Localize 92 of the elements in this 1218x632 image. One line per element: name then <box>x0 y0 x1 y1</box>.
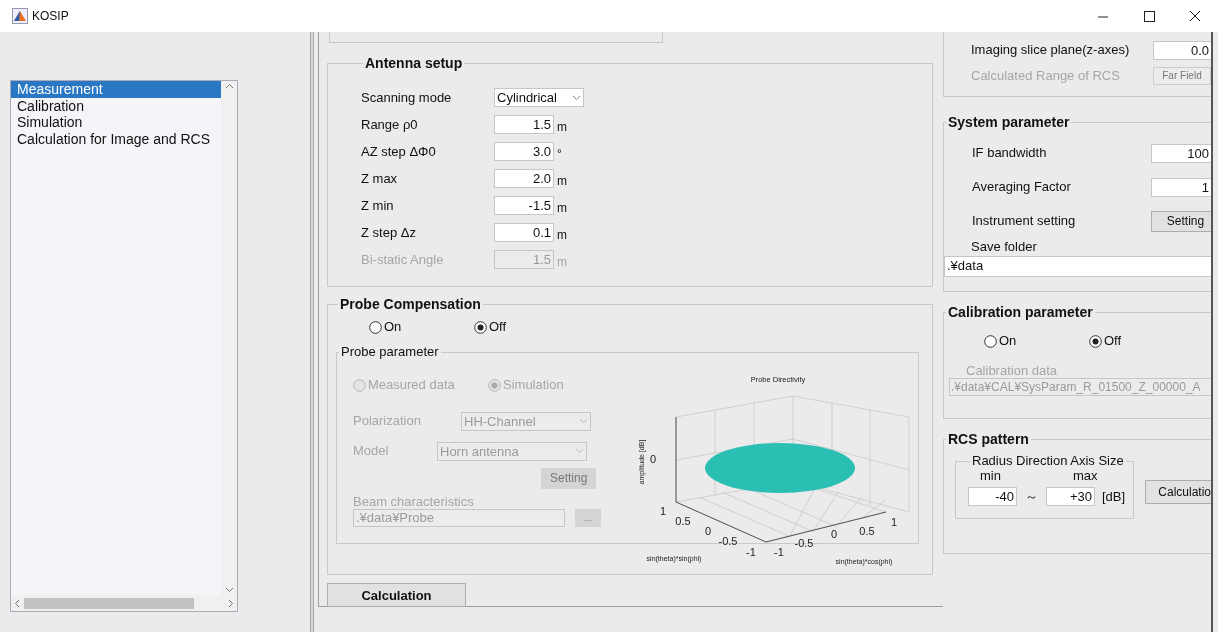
radio-button[interactable] <box>474 320 487 334</box>
input-field[interactable]: 100 <box>1151 143 1211 163</box>
input-field[interactable]: -1.5 <box>494 196 554 215</box>
path-field[interactable]: .¥data <box>944 256 1211 277</box>
field-label: Model <box>353 442 390 461</box>
unit-label: m <box>557 172 567 190</box>
field-label: Calibration data <box>965 363 1059 378</box>
panel-title: Antenna setup <box>364 55 464 71</box>
column-label: min <box>980 469 1002 483</box>
input-field[interactable]: 2.0 <box>494 169 554 188</box>
panel-title: Radius Direction Axis Size <box>971 453 1125 469</box>
radio-label[interactable]: Off <box>1104 331 1122 351</box>
unit-label: m <box>557 226 567 244</box>
panel-title: Probe Compensation <box>339 296 482 312</box>
dropdown-value: Cylindrical <box>497 89 557 106</box>
field-label: Imaging slice plane(z-axes) <box>971 41 1130 60</box>
path-field: .¥data¥CAL¥SysParam_R_01500_Z_00000_A <box>949 378 1211 396</box>
input-field[interactable]: 1 <box>1151 177 1211 197</box>
tick-label: -0.5 <box>794 537 813 549</box>
tick-label: -0.5 <box>718 535 737 547</box>
input-field[interactable]: -40 <box>968 487 1017 507</box>
field-label: Range ρ0 <box>361 115 419 134</box>
unit-label: m <box>557 253 567 271</box>
sidebar-item[interactable]: Calculation for Image and RCS <box>11 130 221 147</box>
input-field[interactable]: 1.5 <box>494 115 554 134</box>
tick-label: 0.5 <box>858 525 875 537</box>
tick-label: 0 <box>830 528 837 540</box>
unit-label: m <box>557 199 567 217</box>
caret-icon <box>579 418 588 424</box>
column-label: max <box>1073 469 1098 483</box>
calculation-button[interactable]: Calculation <box>327 583 466 607</box>
tick-label: 0.5 <box>674 515 691 527</box>
field-label: Z min <box>361 196 395 215</box>
radio-label[interactable]: Off <box>489 317 507 337</box>
caret-icon <box>572 94 581 101</box>
radio-button[interactable] <box>984 334 997 348</box>
field-label: Z step Δz <box>361 223 417 242</box>
mode-dropdown[interactable]: Cylindrical <box>494 88 584 107</box>
panel-title: RCS pattern <box>947 431 1030 447</box>
input-field[interactable]: 3.0 <box>494 142 554 161</box>
input-field[interactable]: 0.1 <box>494 223 554 242</box>
scroll-left-icon[interactable] <box>14 598 20 608</box>
panel-title: Probe parameter <box>340 344 440 360</box>
panel-title: Calibration parameter <box>947 304 1094 320</box>
unit-label: [dB] <box>1102 488 1126 506</box>
field-label: Calculated Range of RCS <box>971 67 1120 86</box>
separator-label: ～ <box>1025 488 1038 506</box>
app-icon <box>12 8 28 24</box>
field-label: Averaging Factor <box>972 178 1071 197</box>
scroll-down-icon[interactable] <box>224 587 234 593</box>
tick-label: 0 <box>649 453 656 465</box>
path-field: .¥data¥Probe <box>353 509 565 527</box>
sidebar-item[interactable]: Simulation <box>11 114 221 131</box>
dropdown-value: HH-Channel <box>464 412 536 430</box>
scroll-right-icon[interactable] <box>228 598 234 608</box>
tick-label: 0 <box>704 525 711 537</box>
input-field[interactable]: +30 <box>1046 487 1095 507</box>
caret-icon <box>575 448 584 454</box>
radio-label: Measured data <box>368 376 455 395</box>
sidebar-item[interactable]: Measurement <box>11 81 221 98</box>
field-label: Beam characteristics <box>353 494 475 509</box>
scroll-thumb[interactable] <box>24 597 194 609</box>
unit-label: ° <box>557 145 562 163</box>
radio-label[interactable]: On <box>999 331 1017 351</box>
tick-label: 1 <box>659 505 666 517</box>
field-label: Save folder <box>970 238 1038 256</box>
tick-label: 1 <box>890 516 897 528</box>
sidebar-item[interactable]: Calibration <box>11 97 221 114</box>
field-label: Z max <box>361 169 399 188</box>
input-field[interactable]: 0.0 <box>1153 40 1211 60</box>
field-label: Bi-static Angle <box>361 250 445 269</box>
field-label: AZ step ΔΦ0 <box>361 142 437 161</box>
field-label: Scanning mode <box>361 88 453 107</box>
field-label: Polarization <box>353 412 422 431</box>
panel-title: System parameter <box>947 114 1071 130</box>
field-label: IF bandwidth <box>972 144 1047 163</box>
calculation-button[interactable]: Calculatio <box>1145 480 1211 504</box>
radio-button[interactable] <box>369 320 382 334</box>
setting-button[interactable]: Setting <box>1151 210 1211 232</box>
field-label: Instrument setting <box>972 212 1076 231</box>
scroll-up-icon[interactable] <box>224 83 234 89</box>
input-field: 1.5 <box>494 250 554 269</box>
horizontal-scrollbar[interactable] <box>11 595 237 611</box>
vertical-scrollbar[interactable] <box>221 81 237 595</box>
radio-label[interactable]: On <box>384 317 402 337</box>
tick-label: -1 <box>773 546 784 558</box>
radio-button[interactable] <box>1089 334 1102 348</box>
tick-label: -1 <box>745 546 756 558</box>
dropdown-value: Horn antenna <box>440 442 519 460</box>
window-title: KOSIP <box>32 8 69 25</box>
unit-label: m <box>557 118 567 136</box>
radio-label: Simulation <box>503 376 564 395</box>
